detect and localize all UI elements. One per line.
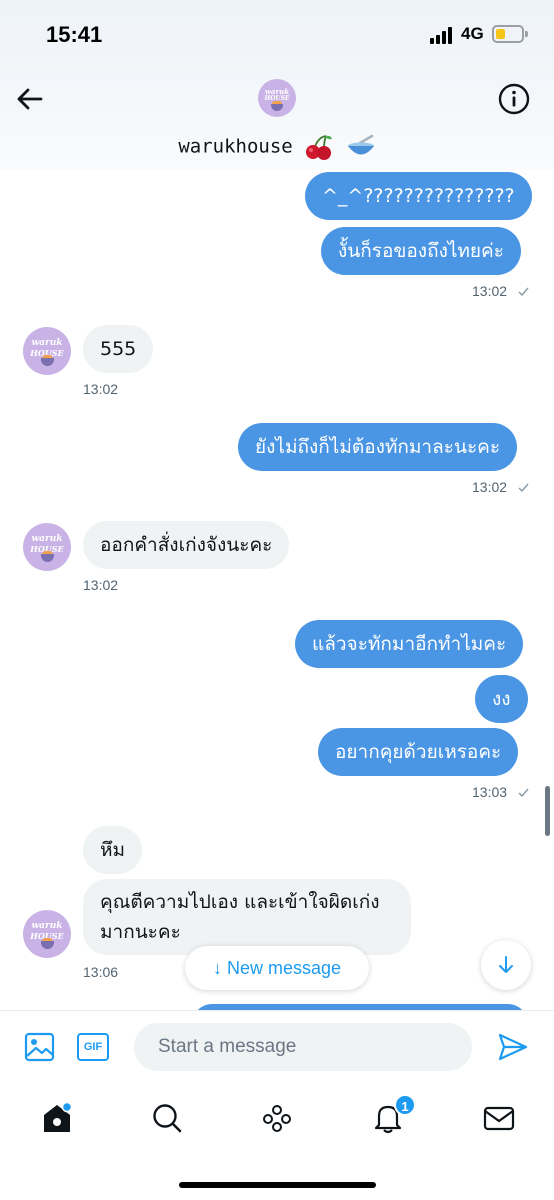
message-bubble-outgoing[interactable]: งั้นก็รอของถึงไทยค่ะ [321,227,521,275]
sender-avatar[interactable]: waruk HOUSE [23,910,71,958]
send-icon[interactable] [497,1031,529,1063]
info-button[interactable] [497,82,531,116]
arrow-left-icon [17,88,43,110]
bowl-icon [347,134,374,155]
arrow-down-icon [499,956,513,973]
conversation-name: warukhouse [178,135,293,158]
message-timestamp: 13:06 [83,964,119,980]
spaces-icon[interactable] [260,1101,294,1135]
image-icon[interactable] [24,1031,56,1063]
message-bubble-incoming[interactable]: ออกคำสั่งเก่งจังนะคะ [83,521,290,569]
status-time: 15:41 [46,22,103,47]
messages-icon[interactable] [482,1101,516,1135]
notifications-badge: 1 [394,1094,416,1116]
header-avatar[interactable]: waruk HOUSE [258,79,296,117]
message-timestamp: 13:02 [83,381,119,397]
sent-check-icon [518,788,529,797]
new-message-button[interactable]: ↓ New message [185,946,369,990]
sent-check-icon [518,483,529,492]
sent-check-icon [518,287,529,296]
back-button[interactable] [14,84,44,114]
cherry-icon [306,135,333,160]
signal-icon [430,26,456,44]
sender-avatar[interactable]: waruk HOUSE [23,523,71,571]
message-bubble-outgoing[interactable]: งง [475,675,528,723]
sender-avatar[interactable]: waruk HOUSE [23,327,71,375]
home-indicator [179,1182,376,1188]
scrollbar[interactable] [545,786,550,836]
conversation-title[interactable]: warukhouse [0,133,554,161]
message-bubble-incoming[interactable]: 555 [83,325,154,373]
message-bubble-outgoing[interactable]: ยังไม่ถึงก็ไม่ต้องทักมาละนะคะ [238,423,518,471]
message-composer: GIF Start a message [0,1010,554,1084]
message-timestamp: 13:02 [472,283,508,299]
message-input[interactable]: Start a message [134,1023,472,1071]
search-icon[interactable] [150,1101,184,1135]
message-timestamp: 13:03 [472,784,508,800]
battery-icon [492,25,528,43]
message-bubble-incoming[interactable]: คุณตีความไปเอง และเข้าใจผิดเก่งมากนะคะ [83,879,411,955]
gif-button[interactable]: GIF [77,1033,109,1061]
message-timestamp: 13:02 [472,479,508,495]
message-bubble-incoming[interactable]: หึม [83,826,143,874]
message-bubble-outgoing[interactable]: แล้วจะทักมาอีกทำไมคะ [295,620,524,668]
scroll-to-bottom-button[interactable] [481,940,531,990]
network-label: 4G [461,24,484,43]
info-icon [498,83,530,115]
message-bubble-outgoing[interactable]: ^_^??????????????? [305,172,532,220]
message-timestamp: 13:02 [83,577,119,593]
home-icon[interactable] [40,1101,74,1135]
message-bubble-outgoing[interactable]: อยากคุยด้วยเหรอคะ [318,728,519,776]
